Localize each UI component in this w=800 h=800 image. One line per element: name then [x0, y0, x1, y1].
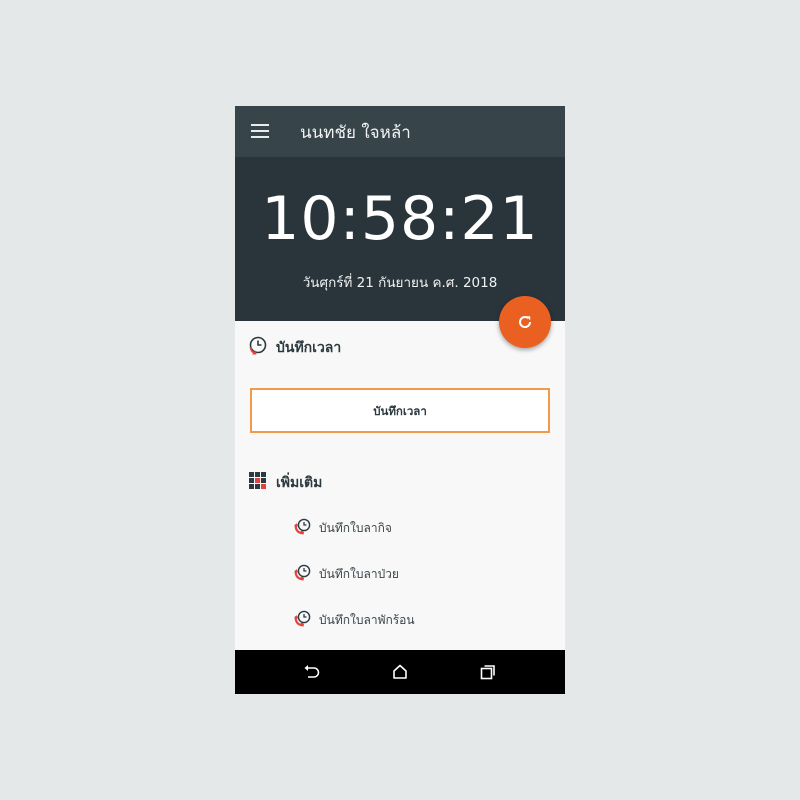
history-clock-icon [249, 336, 267, 355]
phone-clock-icon [294, 610, 311, 627]
back-button[interactable] [302, 662, 322, 682]
leave-sick-item[interactable]: บันทึกใบลาป่วย [293, 561, 493, 585]
leave-personal-label: บันทึกใบลากิจ [319, 521, 392, 535]
refresh-icon [519, 316, 532, 328]
leave-vacation-label: บันทึกใบลาพักร้อน [319, 613, 415, 627]
phone-screen: นนทชัย ใจหล้า 10:58:21 วันศุกร์ที่ 21 กั… [235, 106, 565, 694]
app-title: นนทชัย ใจหล้า [300, 123, 411, 143]
phone-clock-icon [294, 564, 311, 581]
recent-apps-button[interactable] [478, 662, 498, 682]
more-section-header: เพิ่มเติม [248, 470, 448, 494]
record-time-button[interactable]: บันทึกเวลา [250, 388, 550, 433]
app-bar: นนทชัย ใจหล้า [235, 106, 565, 157]
clock-panel: 10:58:21 วันศุกร์ที่ 21 กันยายน ค.ศ. 201… [235, 157, 565, 321]
record-section-heading: บันทึกเวลา [276, 340, 342, 356]
more-section-heading: เพิ่มเติม [276, 475, 323, 491]
record-section-header: บันทึกเวลา [248, 335, 448, 359]
hamburger-menu-icon[interactable] [251, 124, 269, 138]
recent-apps-icon [480, 665, 495, 680]
grid-icon [249, 472, 266, 489]
home-icon [393, 664, 407, 679]
leave-sick-label: บันทึกใบลาป่วย [319, 567, 399, 581]
clock-time: 10:58:21 [261, 184, 539, 254]
leave-personal-item[interactable]: บันทึกใบลากิจ [293, 515, 493, 539]
record-time-button-label: บันทึกเวลา [373, 404, 427, 418]
clock-date: วันศุกร์ที่ 21 กันยายน ค.ศ. 2018 [302, 275, 498, 291]
system-nav-bar [235, 650, 565, 694]
leave-vacation-item[interactable]: บันทึกใบลาพักร้อน [293, 607, 493, 631]
phone-clock-icon [294, 518, 311, 535]
home-button[interactable] [390, 662, 410, 682]
refresh-button[interactable] [499, 296, 551, 348]
back-icon [304, 665, 320, 678]
